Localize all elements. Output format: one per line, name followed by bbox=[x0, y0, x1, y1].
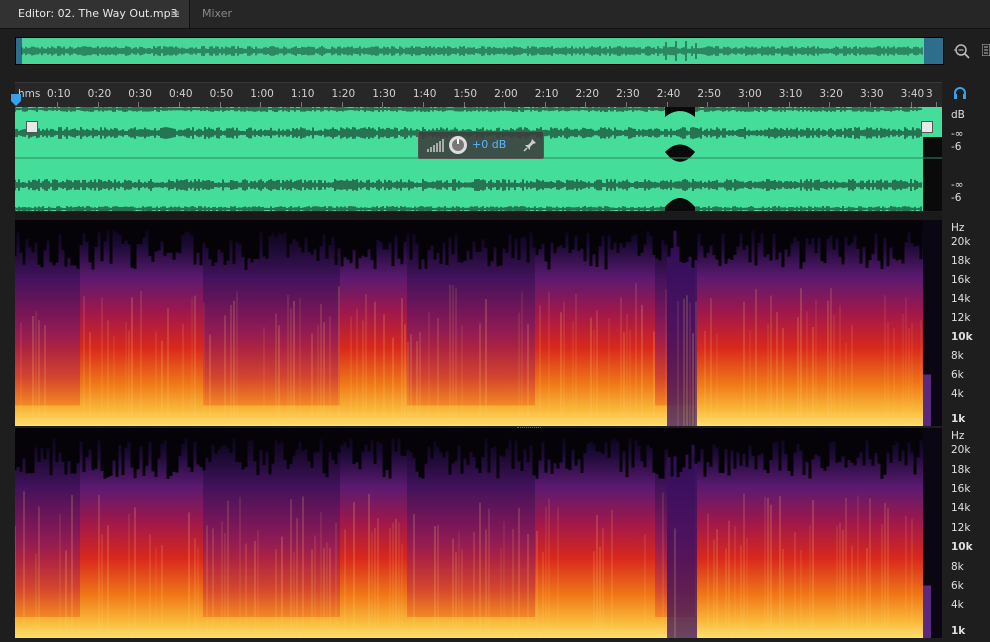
ruler-label: 3 bbox=[926, 88, 933, 100]
overview-navigator[interactable] bbox=[15, 37, 944, 65]
hz-label: 16k bbox=[951, 274, 971, 286]
ruler-label: 2:50 bbox=[697, 88, 721, 100]
ruler-label: 1:20 bbox=[331, 88, 356, 100]
db-neg-inf-ch2: -∞ bbox=[951, 179, 964, 191]
level-bars-icon bbox=[427, 139, 444, 152]
ruler-label: 3:20 bbox=[819, 88, 843, 100]
hz-label: 1k bbox=[951, 624, 966, 637]
hz-label: Hz bbox=[951, 430, 965, 443]
headphone-icon[interactable] bbox=[953, 86, 967, 100]
time-ruler[interactable]: hms 0:10 0:20 0:30 0:40 0:50 1:00 1:10 1:20 1:30… bbox=[15, 82, 942, 107]
ruler-label: 2:20 bbox=[575, 88, 600, 100]
tab-menu-icon[interactable]: ≡ bbox=[170, 0, 180, 28]
hz-label: 8k bbox=[951, 560, 964, 573]
ruler-label: 3:10 bbox=[778, 88, 803, 100]
hz-label: 20k bbox=[951, 444, 971, 457]
ruler-unit: hms bbox=[18, 88, 41, 100]
hz-label: 14k bbox=[951, 293, 971, 305]
ruler-label: 3:30 bbox=[860, 88, 884, 100]
fade-in-handle[interactable] bbox=[26, 121, 38, 133]
ruler-label: 0:40 bbox=[168, 88, 193, 100]
spectrogram-1 bbox=[13, 220, 942, 426]
ruler-label: 1:40 bbox=[412, 88, 437, 100]
zoom-icon[interactable] bbox=[953, 42, 971, 60]
ruler-label: 1:00 bbox=[250, 88, 274, 100]
hz-label: 12k bbox=[951, 312, 971, 324]
db-neg-6-ch2: -6 bbox=[951, 192, 962, 204]
volume-knob-icon[interactable] bbox=[448, 135, 468, 155]
tab-editor[interactable]: Editor: 02. The Way Out.mp3 ≡ bbox=[0, 0, 190, 28]
hz-label: 18k bbox=[951, 463, 971, 476]
playhead-marker-icon[interactable] bbox=[11, 94, 21, 106]
ruler-label: 2:10 bbox=[534, 88, 559, 100]
hz-label: Hz bbox=[951, 222, 965, 234]
hz-label: 6k bbox=[951, 579, 964, 592]
hz-scale-1: Hz 20k 18k 16k 14k 12k 10k 8k 6k 4k 1k bbox=[945, 220, 990, 426]
ruler-label: 1:10 bbox=[290, 88, 315, 100]
overview-waveform bbox=[16, 38, 943, 64]
tab-mixer[interactable]: Mixer bbox=[202, 0, 232, 28]
ruler-label: 1:30 bbox=[372, 88, 396, 100]
panel-menu-icon[interactable] bbox=[982, 44, 990, 56]
gain-value: +0 dB bbox=[472, 138, 507, 151]
hz-label: 10k bbox=[951, 331, 973, 343]
db-label: dB bbox=[951, 109, 965, 121]
hz-label: 6k bbox=[951, 369, 964, 381]
spectrogram-2 bbox=[13, 428, 942, 638]
spectrogram-channel-1[interactable] bbox=[13, 220, 942, 426]
ruler-label: 0:30 bbox=[128, 88, 152, 100]
hz-label: 20k bbox=[951, 236, 971, 248]
hz-label: 12k bbox=[951, 521, 971, 534]
fade-out-handle[interactable] bbox=[921, 121, 933, 133]
waveform-channels bbox=[14, 106, 942, 212]
view-divider[interactable] bbox=[15, 212, 942, 428]
hz-scale-2: Hz 20k 18k 16k 14k 12k 10k 8k 6k 4k 1k bbox=[945, 428, 990, 638]
hz-label: 16k bbox=[951, 483, 971, 496]
db-neg-6: -6 bbox=[951, 141, 962, 153]
ruler-label: 1:50 bbox=[453, 88, 478, 100]
tab-editor-label: Editor: 02. The Way Out.mp3 bbox=[18, 7, 178, 20]
hz-label: 8k bbox=[951, 350, 964, 362]
gain-hud[interactable]: +0 dB bbox=[418, 131, 544, 159]
ruler-label: 2:40 bbox=[656, 88, 681, 100]
hz-label: 14k bbox=[951, 502, 971, 515]
ruler-label: 3:40 bbox=[900, 88, 925, 100]
ruler-label: 0:50 bbox=[209, 88, 234, 100]
ruler-label: 0:20 bbox=[87, 88, 112, 100]
ruler-label: 3:00 bbox=[738, 88, 762, 100]
tab-bar: Editor: 02. The Way Out.mp3 ≡ Mixer bbox=[0, 0, 990, 29]
hz-label: 4k bbox=[951, 388, 964, 400]
spectrogram-channel-2[interactable] bbox=[13, 428, 942, 638]
hz-label: 18k bbox=[951, 255, 971, 267]
waveform-editor[interactable] bbox=[14, 106, 942, 212]
ruler-label: 2:30 bbox=[616, 88, 640, 100]
pin-icon[interactable] bbox=[523, 138, 537, 152]
ruler-label: 2:00 bbox=[494, 88, 518, 100]
db-neg-inf: -∞ bbox=[951, 128, 964, 140]
hz-label: 10k bbox=[951, 541, 973, 554]
hz-label: 1k bbox=[951, 413, 966, 425]
db-scale: dB -∞ -6 -∞ -6 bbox=[945, 107, 990, 211]
hz-label: 4k bbox=[951, 599, 964, 612]
ruler-label: 0:10 bbox=[47, 88, 71, 100]
